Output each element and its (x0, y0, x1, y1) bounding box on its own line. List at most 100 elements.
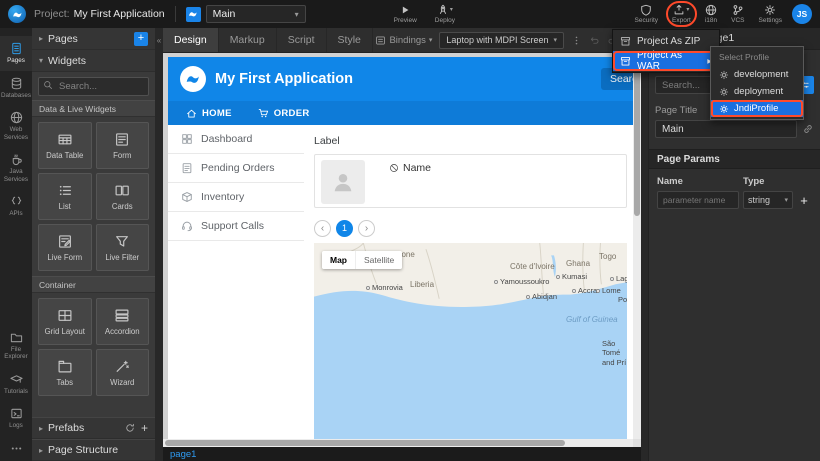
menu-item-dashboard[interactable]: Dashboard (168, 125, 304, 154)
app-header-widget[interactable]: My First Application Search (168, 57, 633, 101)
user-avatar[interactable]: JS (792, 4, 812, 24)
param-name-input[interactable] (657, 191, 739, 209)
rail-item-pages[interactable]: Pages (0, 36, 32, 71)
nav-item-home[interactable]: HOME (186, 108, 232, 119)
chevron-down-icon: ▾ (295, 10, 299, 19)
topbar-action-security[interactable]: Security (635, 4, 658, 24)
widget-tile-wizard[interactable]: Wizard (96, 349, 150, 396)
topbar-action-label: Settings (759, 17, 783, 24)
pages-accordion-header[interactable]: ▸ Pages + (32, 28, 155, 50)
bindings-dropdown[interactable]: Bindings ▾ (375, 35, 432, 46)
deploy-button[interactable]: ▾ Deploy (435, 4, 455, 24)
map-type-controls: MapSatellite (322, 251, 402, 269)
canvas-tab-markup[interactable]: Markup (219, 28, 277, 52)
widget-tile-data-table[interactable]: Data Table (38, 122, 92, 169)
param-type-select[interactable]: string ▾ (743, 191, 793, 209)
widget-tile-form[interactable]: Form (96, 122, 150, 169)
nav-item-order[interactable]: ORDER (258, 108, 310, 119)
scrollbar-thumb[interactable] (165, 440, 565, 446)
export-menu-item-label: Project As ZIP (637, 36, 700, 47)
rail-item-apis[interactable]: APIs (0, 189, 32, 224)
widget-tile-accordion[interactable]: Accordion (96, 298, 150, 345)
next-page-button[interactable]: › (358, 220, 375, 237)
rail-item-logs[interactable]: Logs (0, 401, 32, 436)
export-menu-item-zip[interactable]: Project As ZIP (613, 31, 719, 51)
canvas-vertical-scrollbar[interactable] (633, 53, 641, 439)
add-prefab-button[interactable]: + (141, 421, 148, 435)
collapse-left-icon[interactable]: « (155, 36, 163, 45)
widget-tile-live-form[interactable]: Live Form (38, 224, 92, 271)
support-calls-icon (181, 220, 193, 232)
prev-page-button[interactable]: ‹ (314, 220, 331, 237)
preview-button[interactable]: Preview (394, 4, 417, 24)
more-options-icon[interactable] (571, 35, 582, 46)
param-type-value: string (748, 195, 770, 205)
city-dot-icon (596, 289, 600, 293)
scrollbar-thumb[interactable] (634, 54, 640, 216)
list-icon (56, 183, 74, 198)
rail-item-databases[interactable]: Databases (0, 71, 32, 106)
widgets-accordion-header[interactable]: ▾ Widgets (32, 50, 155, 72)
canvas-tab-design[interactable]: Design (163, 28, 219, 52)
tutorials-icon (10, 373, 23, 386)
add-param-button[interactable]: + (797, 194, 811, 207)
profile-menu-item-development[interactable]: development (711, 66, 803, 83)
map-map-button[interactable]: Map (322, 251, 355, 269)
topbar-action-i18n[interactable]: i18n (705, 4, 717, 24)
profile-menu-item-jndiprofile[interactable]: JndiProfile (711, 100, 803, 117)
rail-item-web-services[interactable]: Web Services (0, 105, 32, 147)
menu-item-pending-orders[interactable]: Pending Orders (168, 154, 304, 183)
menu-item-support-calls[interactable]: Support Calls (168, 212, 304, 241)
rail-item-java-services[interactable]: Java Services (0, 147, 32, 189)
current-page-button[interactable]: 1 (336, 220, 353, 237)
export-profile-submenu: Select ProfiledevelopmentdeploymentJndiP… (710, 46, 804, 120)
grid-layout-icon (56, 308, 74, 323)
canvas-tab-style[interactable]: Style (327, 28, 373, 52)
menu-item-inventory[interactable]: Inventory (168, 183, 304, 212)
widget-tile-label: Cards (112, 202, 133, 211)
export-menu-item-war[interactable]: Project As WAR▶ (613, 51, 719, 71)
rail-item-more[interactable] (0, 436, 32, 461)
topbar-action-settings[interactable]: Settings (759, 4, 783, 24)
map-satellite-button[interactable]: Satellite (355, 251, 402, 269)
device-selector-dropdown[interactable]: Laptop with MDPI Screen ▾ (439, 32, 564, 49)
open-page-tab[interactable]: page1 (170, 449, 196, 460)
undo-icon[interactable] (589, 35, 600, 46)
widget-tile-tabs[interactable]: Tabs (38, 349, 92, 396)
widget-tile-label: Live Form (47, 253, 82, 262)
widget-tile-list[interactable]: List (38, 173, 92, 220)
web-services-icon (10, 111, 23, 124)
rail-item-file-explorer[interactable]: File Explorer (0, 325, 32, 367)
widget-tile-label: Wizard (110, 378, 134, 387)
map-label: Lagos (610, 274, 627, 283)
canvas-tab-script[interactable]: Script (277, 28, 327, 52)
pages-header-label: Pages (48, 33, 78, 45)
topbar-action-label: Security (635, 17, 658, 24)
add-page-button[interactable]: + (134, 32, 148, 46)
app-title: My First Application (215, 71, 353, 87)
page-title-input[interactable] (655, 120, 797, 138)
page-selector-dropdown[interactable]: Main ▾ (206, 5, 306, 23)
city-dot-icon (610, 277, 614, 281)
page-structure-accordion-header[interactable]: ▸ Page Structure (32, 439, 155, 461)
rail-item-tutorials[interactable]: Tutorials (0, 367, 32, 402)
bind-link-icon[interactable] (802, 123, 814, 135)
topbar-action-vcs[interactable]: VCS (731, 4, 744, 24)
label-widget[interactable]: Label (314, 135, 627, 147)
map-label: Monrovia (366, 283, 403, 292)
wavemaker-logo-icon[interactable] (8, 5, 26, 23)
widget-search-input[interactable] (38, 77, 149, 96)
canvas-horizontal-scrollbar[interactable] (163, 439, 633, 447)
widget-tile-cards[interactable]: Cards (96, 173, 150, 220)
project-label: Project: (34, 8, 70, 20)
inventory-icon (181, 191, 193, 203)
refresh-prefabs-icon[interactable] (125, 423, 135, 433)
widget-tile-live-filter[interactable]: Live Filter (96, 224, 150, 271)
prefabs-accordion-header[interactable]: ▸ Prefabs + (32, 417, 155, 439)
widget-tile-grid-layout[interactable]: Grid Layout (38, 298, 92, 345)
map-widget[interactable]: Sierra LeoneCôte d'IvoireGhanaTogoLiberi… (314, 243, 627, 439)
topbar-action-export[interactable]: ▾Export (672, 4, 691, 24)
profile-menu-item-deployment[interactable]: deployment (711, 83, 803, 100)
list-item-card-widget[interactable]: Name (314, 154, 627, 208)
page-params-section-header[interactable]: Page Params (649, 149, 820, 169)
